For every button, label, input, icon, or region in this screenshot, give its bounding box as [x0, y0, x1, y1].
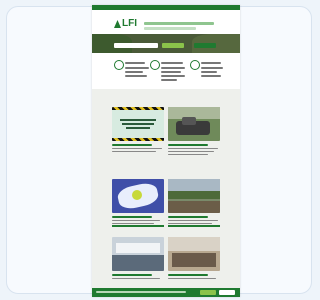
section-divider — [168, 225, 220, 227]
machinery-image — [168, 107, 220, 141]
tree-icon — [114, 20, 121, 28]
quick-link-line — [125, 71, 143, 73]
quick-link-line — [201, 71, 217, 73]
logo-text: LFI — [122, 18, 137, 29]
news-line — [168, 222, 212, 224]
quick-link-3[interactable] — [188, 59, 230, 83]
news-section — [92, 89, 240, 297]
meeting-image — [168, 237, 220, 271]
event-image — [112, 237, 164, 271]
advanced-search-button[interactable] — [194, 43, 216, 48]
search-input[interactable] — [114, 43, 158, 48]
news-line — [168, 277, 216, 279]
quick-link-line — [201, 75, 221, 77]
news-category — [112, 274, 152, 276]
site-header: LFI — [92, 10, 240, 34]
news-category — [168, 274, 208, 276]
document-icon — [190, 60, 200, 70]
quick-link-line — [161, 79, 177, 81]
quick-link-title — [201, 62, 221, 64]
section-divider — [112, 225, 164, 227]
cookie-accept-button[interactable] — [200, 290, 216, 295]
quick-link-line — [201, 67, 223, 69]
site-tagline — [144, 22, 214, 25]
news-line — [168, 219, 218, 221]
news-line — [168, 153, 208, 155]
news-card[interactable] — [112, 107, 164, 152]
quick-link-title — [161, 62, 183, 64]
quick-link-2[interactable] — [148, 59, 190, 83]
news-category — [112, 144, 152, 146]
search-hero — [92, 34, 240, 53]
news-card[interactable] — [168, 237, 220, 279]
news-line — [112, 222, 154, 224]
news-line — [112, 150, 156, 152]
news-card[interactable] — [168, 107, 220, 155]
quick-link-line — [161, 75, 185, 77]
quick-links — [92, 53, 240, 89]
site-logo[interactable]: LFI — [114, 18, 140, 30]
news-card[interactable] — [112, 179, 164, 224]
leaf-icon — [114, 60, 124, 70]
news-line — [112, 219, 160, 221]
news-card[interactable] — [112, 237, 164, 279]
quick-link-line — [125, 75, 147, 77]
site-tagline-sub — [144, 27, 196, 30]
cookie-decline-button[interactable] — [219, 290, 235, 295]
news-line — [168, 150, 214, 152]
forest-group-image — [168, 179, 220, 213]
banner-image — [112, 107, 164, 141]
website-screenshot[interactable]: LFI — [92, 5, 240, 297]
news-line — [112, 147, 162, 149]
quick-link-line — [161, 67, 185, 69]
news-card[interactable] — [168, 179, 220, 224]
quick-link-title — [125, 62, 145, 64]
quick-link-line — [125, 67, 149, 69]
quick-link-line — [161, 71, 181, 73]
news-line — [112, 277, 160, 279]
news-category — [112, 216, 152, 218]
news-line — [168, 147, 218, 149]
cookie-text — [96, 291, 186, 293]
search-button[interactable] — [162, 43, 184, 48]
news-category — [168, 144, 208, 146]
globe-icon — [150, 60, 160, 70]
graphic-image — [112, 179, 164, 213]
news-category — [168, 216, 208, 218]
cookie-bar — [92, 288, 240, 297]
